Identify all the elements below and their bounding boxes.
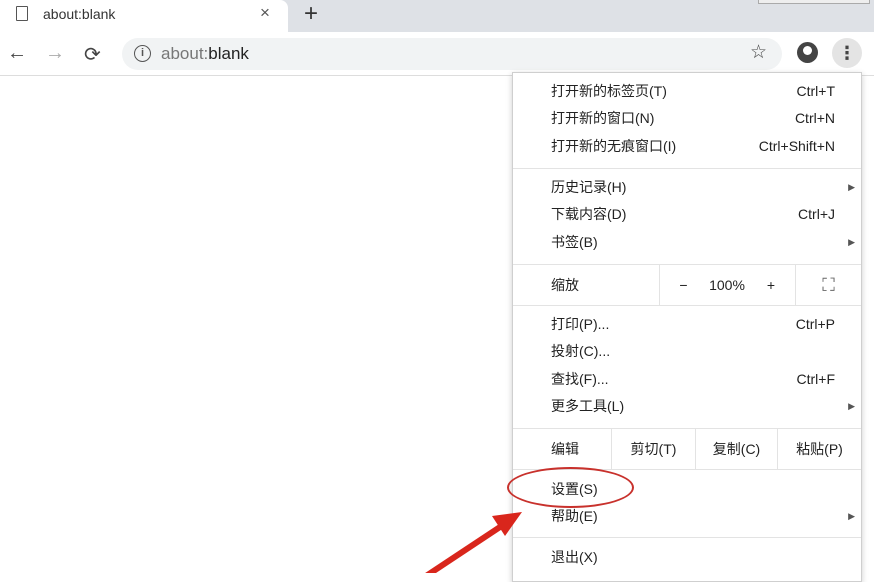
red-arrow-annotation [425,512,522,573]
